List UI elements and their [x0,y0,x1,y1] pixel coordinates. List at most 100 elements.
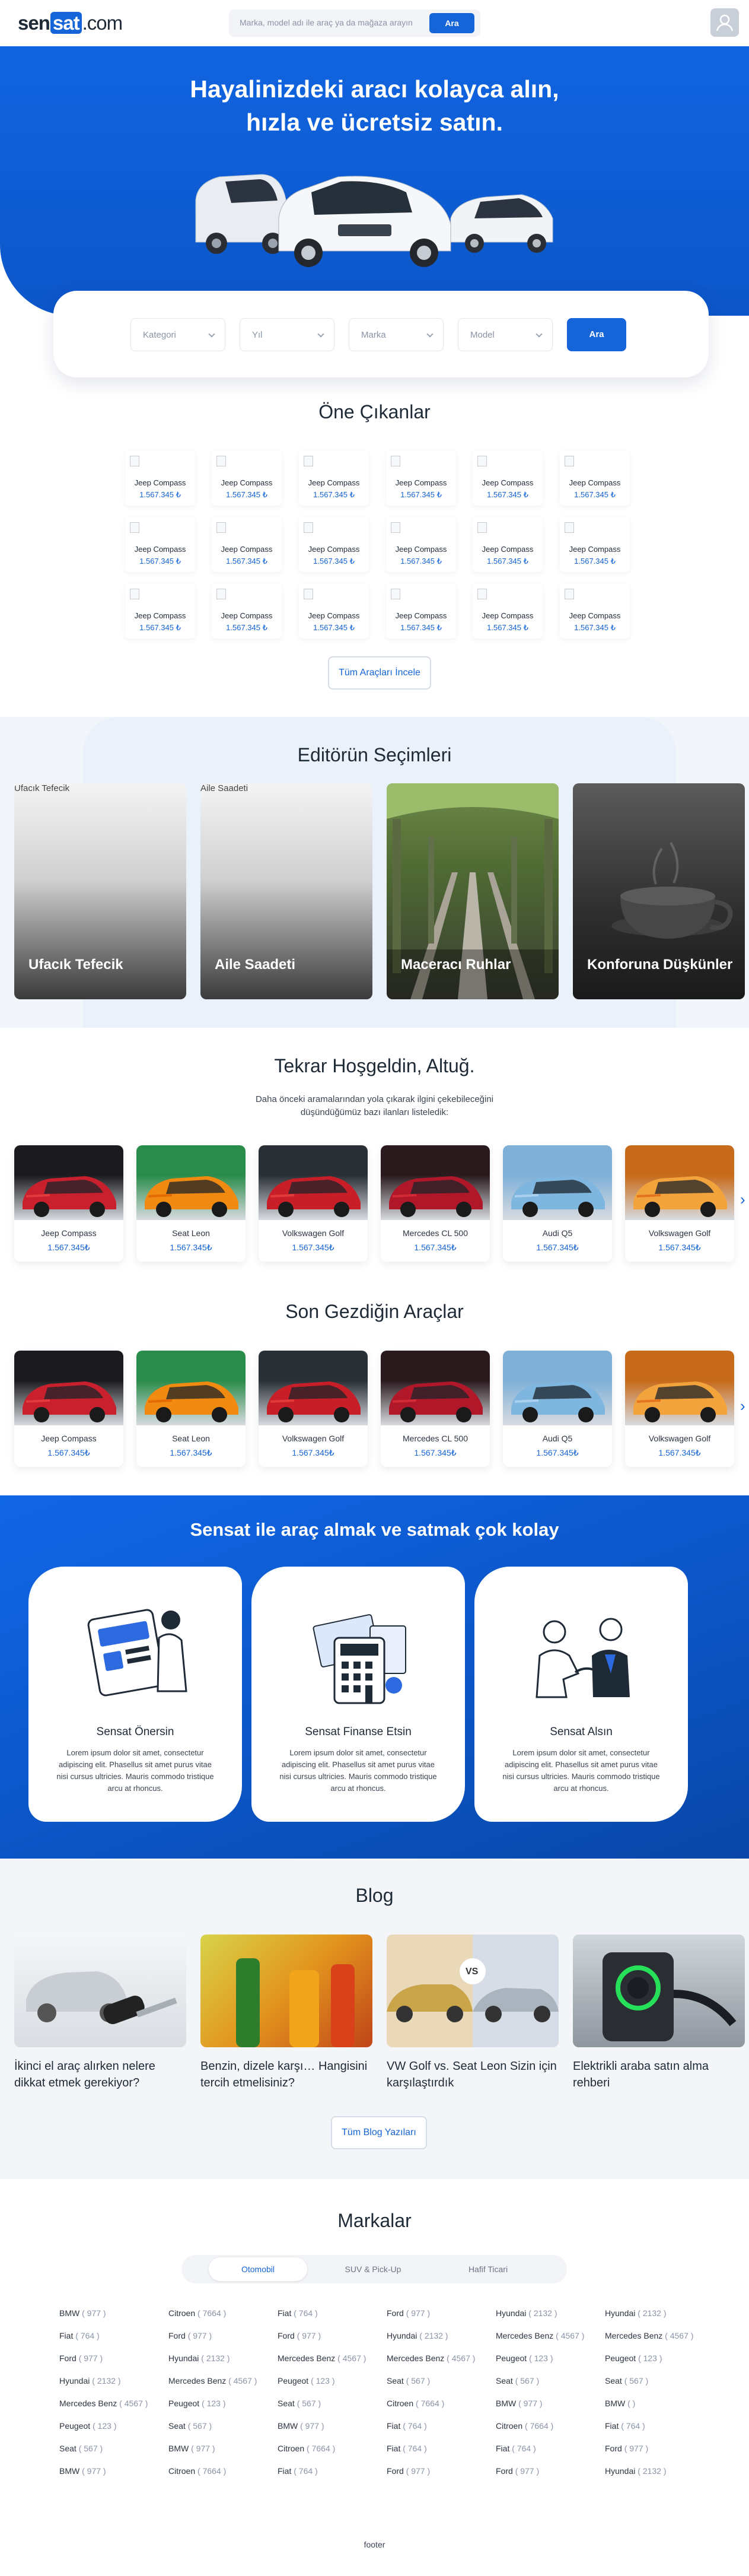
brand-link[interactable]: Fiat ( 764 ) [278,2466,384,2489]
brand-link[interactable]: Hyundai ( 2132 ) [496,2308,603,2331]
search-button[interactable]: Ara [429,13,474,33]
car-card[interactable]: Volkswagen Golf 1.567.345₺ [259,1145,368,1262]
brand-link[interactable]: Citroen ( 7664 ) [387,2399,493,2421]
brand-link[interactable]: Seat ( 567 ) [59,2444,166,2466]
brand-link[interactable]: Ford ( 977 ) [278,2331,384,2353]
brand-link[interactable]: BMW ( 977 ) [59,2308,166,2331]
tab-suv-pickup[interactable]: SUV & Pick-Up [324,2257,422,2281]
all-blog-posts-button[interactable]: Tüm Blog Yazıları [331,2116,427,2149]
featured-car-card[interactable]: Jeep Compass 1.567.345 ₺ [386,451,456,506]
brand-link[interactable]: Ford ( 977 ) [496,2466,603,2489]
brand-link[interactable]: Fiat ( 764 ) [387,2444,493,2466]
brand-link[interactable]: Mercedes Benz ( 4567 ) [496,2331,603,2353]
featured-car-card[interactable]: Jeep Compass 1.567.345 ₺ [560,517,630,572]
brand-link[interactable]: Hyundai ( 2132 ) [59,2376,166,2399]
brand-link[interactable]: Hyundai ( 2132 ) [387,2331,493,2353]
car-card[interactable]: Volkswagen Golf 1.567.345₺ [625,1145,734,1262]
featured-car-card[interactable]: Jeep Compass 1.567.345 ₺ [299,517,369,572]
tab-otomobil[interactable]: Otomobil [209,2257,307,2281]
car-card[interactable]: Mercedes CL 500 1.567.345₺ [381,1351,490,1467]
car-card[interactable]: Volkswagen Golf 1.567.345₺ [625,1351,734,1467]
featured-car-card[interactable]: Jeep Compass 1.567.345 ₺ [299,451,369,506]
brand-link[interactable]: Seat ( 567 ) [496,2376,603,2399]
brand-link[interactable]: Fiat ( 764 ) [387,2421,493,2444]
header-search[interactable]: Marka, model adı ile araç ya da mağaza a… [229,9,480,37]
carousel-next-icon[interactable]: › [740,1397,745,1415]
car-card[interactable]: Audi Q5 1.567.345₺ [503,1351,612,1467]
brand-link[interactable]: Fiat ( 764 ) [59,2331,166,2353]
brand-link[interactable]: Peugeot ( 123 ) [59,2421,166,2444]
brand-link[interactable]: Hyundai ( 2132 ) [605,2308,712,2331]
featured-car-card[interactable]: Jeep Compass 1.567.345 ₺ [386,584,456,639]
editor-card[interactable]: Aile Saadeti Aile Saadeti [200,783,372,999]
brand-link[interactable]: Ford ( 977 ) [59,2353,166,2376]
brand-link[interactable]: Fiat ( 764 ) [496,2444,603,2466]
brand-link[interactable]: BMW ( 977 ) [496,2399,603,2421]
blog-card[interactable]: Benzin, dizele karşı… Hangisini tercih e… [200,1935,372,2091]
brand-link[interactable]: Ford ( 977 ) [605,2444,712,2466]
brand-select[interactable]: Marka [349,318,444,351]
featured-car-card[interactable]: Jeep Compass 1.567.345 ₺ [125,451,195,506]
car-search-button[interactable]: Ara [567,318,626,351]
brand-link[interactable]: Seat ( 567 ) [168,2421,275,2444]
brand-link[interactable]: Fiat ( 764 ) [278,2308,384,2331]
brand-link[interactable]: Mercedes Benz ( 4567 ) [605,2331,712,2353]
brand-link[interactable]: Peugeot ( 123 ) [278,2376,384,2399]
search-input[interactable]: Marka, model adı ile araç ya da mağaza a… [240,18,413,27]
featured-car-card[interactable]: Jeep Compass 1.567.345 ₺ [386,517,456,572]
brand-link[interactable]: BMW ( 977 ) [278,2421,384,2444]
featured-car-card[interactable]: Jeep Compass 1.567.345 ₺ [125,584,195,639]
car-card[interactable]: Seat Leon 1.567.345₺ [136,1145,246,1262]
category-select[interactable]: Kategori [130,318,225,351]
all-cars-button[interactable]: Tüm Araçları İncele [328,656,431,690]
car-card[interactable]: Volkswagen Golf 1.567.345₺ [259,1351,368,1467]
brand-link[interactable]: Ford ( 977 ) [387,2308,493,2331]
editor-card[interactable]: Ufacık Tefecik Ufacık Tefecik [14,783,186,999]
user-avatar[interactable] [710,8,739,37]
brand-link[interactable]: BMW ( 977 ) [168,2444,275,2466]
brand-link[interactable]: Citroen ( 7664 ) [168,2308,275,2331]
featured-car-card[interactable]: Jeep Compass 1.567.345 ₺ [473,451,543,506]
featured-car-card[interactable]: Jeep Compass 1.567.345 ₺ [212,451,282,506]
featured-car-card[interactable]: Jeep Compass 1.567.345 ₺ [299,584,369,639]
brand-link[interactable]: Ford ( 977 ) [387,2466,493,2489]
brand-link[interactable]: BMW ( ) [605,2399,712,2421]
brand-link[interactable]: Mercedes Benz ( 4567 ) [168,2376,275,2399]
editor-card[interactable]: Maceracı Ruhlar [387,783,559,999]
year-select[interactable]: Yıl [240,318,334,351]
car-card[interactable]: Audi Q5 1.567.345₺ [503,1145,612,1262]
featured-car-card[interactable]: Jeep Compass 1.567.345 ₺ [560,584,630,639]
brand-link[interactable]: Ford ( 977 ) [168,2331,275,2353]
blog-card[interactable]: Elektrikli araba satın alma rehberi [573,1935,745,2091]
brand-link[interactable]: BMW ( 977 ) [59,2466,166,2489]
featured-car-card[interactable]: Jeep Compass 1.567.345 ₺ [212,584,282,639]
brand-link[interactable]: Mercedes Benz ( 4567 ) [278,2353,384,2376]
featured-car-card[interactable]: Jeep Compass 1.567.345 ₺ [560,451,630,506]
car-card[interactable]: Seat Leon 1.567.345₺ [136,1351,246,1467]
model-select[interactable]: Model [458,318,553,351]
brand-link[interactable]: Hyundai ( 2132 ) [168,2353,275,2376]
brand-link[interactable]: Citroen ( 7664 ) [496,2421,603,2444]
editor-card[interactable]: Konforuna Düşkünler [573,783,745,999]
brand-link[interactable]: Seat ( 567 ) [278,2399,384,2421]
brand-link[interactable]: Citroen ( 7664 ) [278,2444,384,2466]
brand-link[interactable]: Hyundai ( 2132 ) [605,2466,712,2489]
featured-car-card[interactable]: Jeep Compass 1.567.345 ₺ [473,517,543,572]
blog-card[interactable]: VS VW Golf vs. Seat Leon Sizin için karş… [387,1935,559,2091]
brand-link[interactable]: Peugeot ( 123 ) [168,2399,275,2421]
tab-hafif-ticari[interactable]: Hafif Ticari [439,2257,537,2281]
brand-link[interactable]: Peugeot ( 123 ) [496,2353,603,2376]
brand-link[interactable]: Mercedes Benz ( 4567 ) [59,2399,166,2421]
blog-card[interactable]: İkinci el araç alırken nelere dikkat etm… [14,1935,186,2091]
brand-link[interactable]: Citroen ( 7664 ) [168,2466,275,2489]
car-card[interactable]: Jeep Compass 1.567.345₺ [14,1145,123,1262]
featured-car-card[interactable]: Jeep Compass 1.567.345 ₺ [473,584,543,639]
logo[interactable]: sen sat .com [18,12,123,34]
featured-car-card[interactable]: Jeep Compass 1.567.345 ₺ [212,517,282,572]
car-card[interactable]: Mercedes CL 500 1.567.345₺ [381,1145,490,1262]
featured-car-card[interactable]: Jeep Compass 1.567.345 ₺ [125,517,195,572]
carousel-next-icon[interactable]: › [740,1190,745,1209]
brand-link[interactable]: Seat ( 567 ) [605,2376,712,2399]
car-card[interactable]: Jeep Compass 1.567.345₺ [14,1351,123,1467]
brand-link[interactable]: Fiat ( 764 ) [605,2421,712,2444]
